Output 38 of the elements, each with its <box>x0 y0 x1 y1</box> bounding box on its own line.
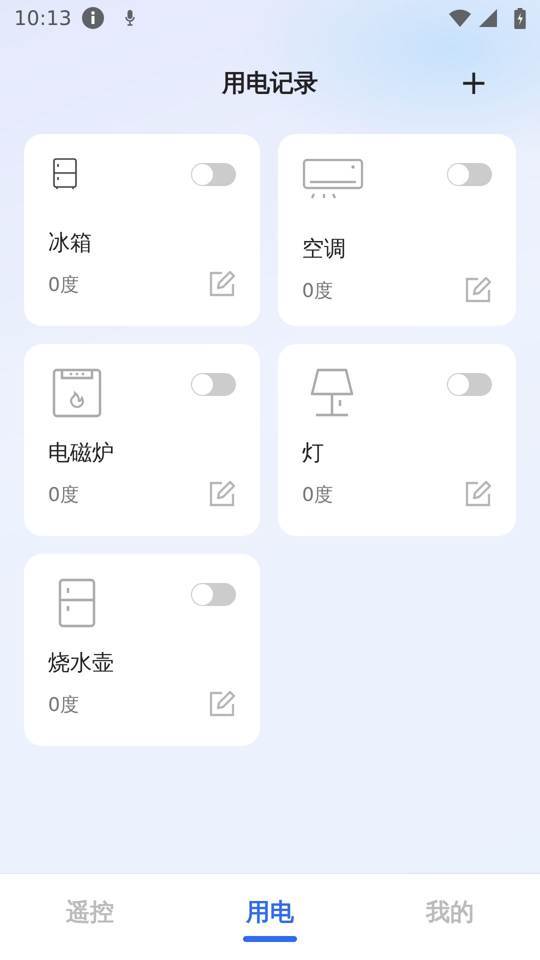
usage-value: 0度 <box>48 483 80 508</box>
device-name: 灯 <box>302 440 325 468</box>
device-card[interactable]: 烧水壶 0度 <box>24 554 260 746</box>
device-card[interactable]: 空调 0度 <box>278 134 516 326</box>
fridge-icon <box>58 578 96 628</box>
toggle-switch[interactable] <box>191 163 236 186</box>
device-card[interactable]: 电磁炉 0度 <box>24 344 260 536</box>
usage-value: 0度 <box>48 693 80 718</box>
toggle-switch[interactable] <box>191 373 236 396</box>
signal-icon <box>478 8 498 28</box>
toggle-switch[interactable] <box>191 583 236 606</box>
device-name: 电磁炉 <box>48 440 115 468</box>
add-button[interactable]: + <box>460 66 488 100</box>
usage-value: 0度 <box>302 483 334 508</box>
device-name: 烧水壶 <box>48 650 115 678</box>
wifi-icon <box>448 8 472 28</box>
toggle-switch[interactable] <box>447 163 492 186</box>
status-time: 10:13 <box>14 6 72 30</box>
usage-value: 0度 <box>302 279 334 304</box>
fridge-icon <box>52 158 78 190</box>
battery-icon <box>514 8 526 28</box>
device-name: 冰箱 <box>48 230 93 258</box>
usage-value: 0度 <box>48 273 80 298</box>
device-name: 空调 <box>302 236 347 264</box>
toggle-switch[interactable] <box>447 373 492 396</box>
edit-icon[interactable] <box>208 270 236 298</box>
nav-tab[interactable]: 用电 <box>180 874 360 960</box>
edit-icon[interactable] <box>208 690 236 718</box>
info-icon <box>82 7 104 29</box>
device-card[interactable]: 冰箱 0度 <box>24 134 260 326</box>
edit-icon[interactable] <box>464 276 492 304</box>
edit-icon[interactable] <box>464 480 492 508</box>
page-title: 用电记录 <box>222 68 318 99</box>
microphone-icon <box>124 9 136 27</box>
lamp-icon <box>308 368 356 418</box>
edit-icon[interactable] <box>208 480 236 508</box>
device-card[interactable]: 灯 0度 <box>278 344 516 536</box>
cooker-icon <box>52 368 102 418</box>
